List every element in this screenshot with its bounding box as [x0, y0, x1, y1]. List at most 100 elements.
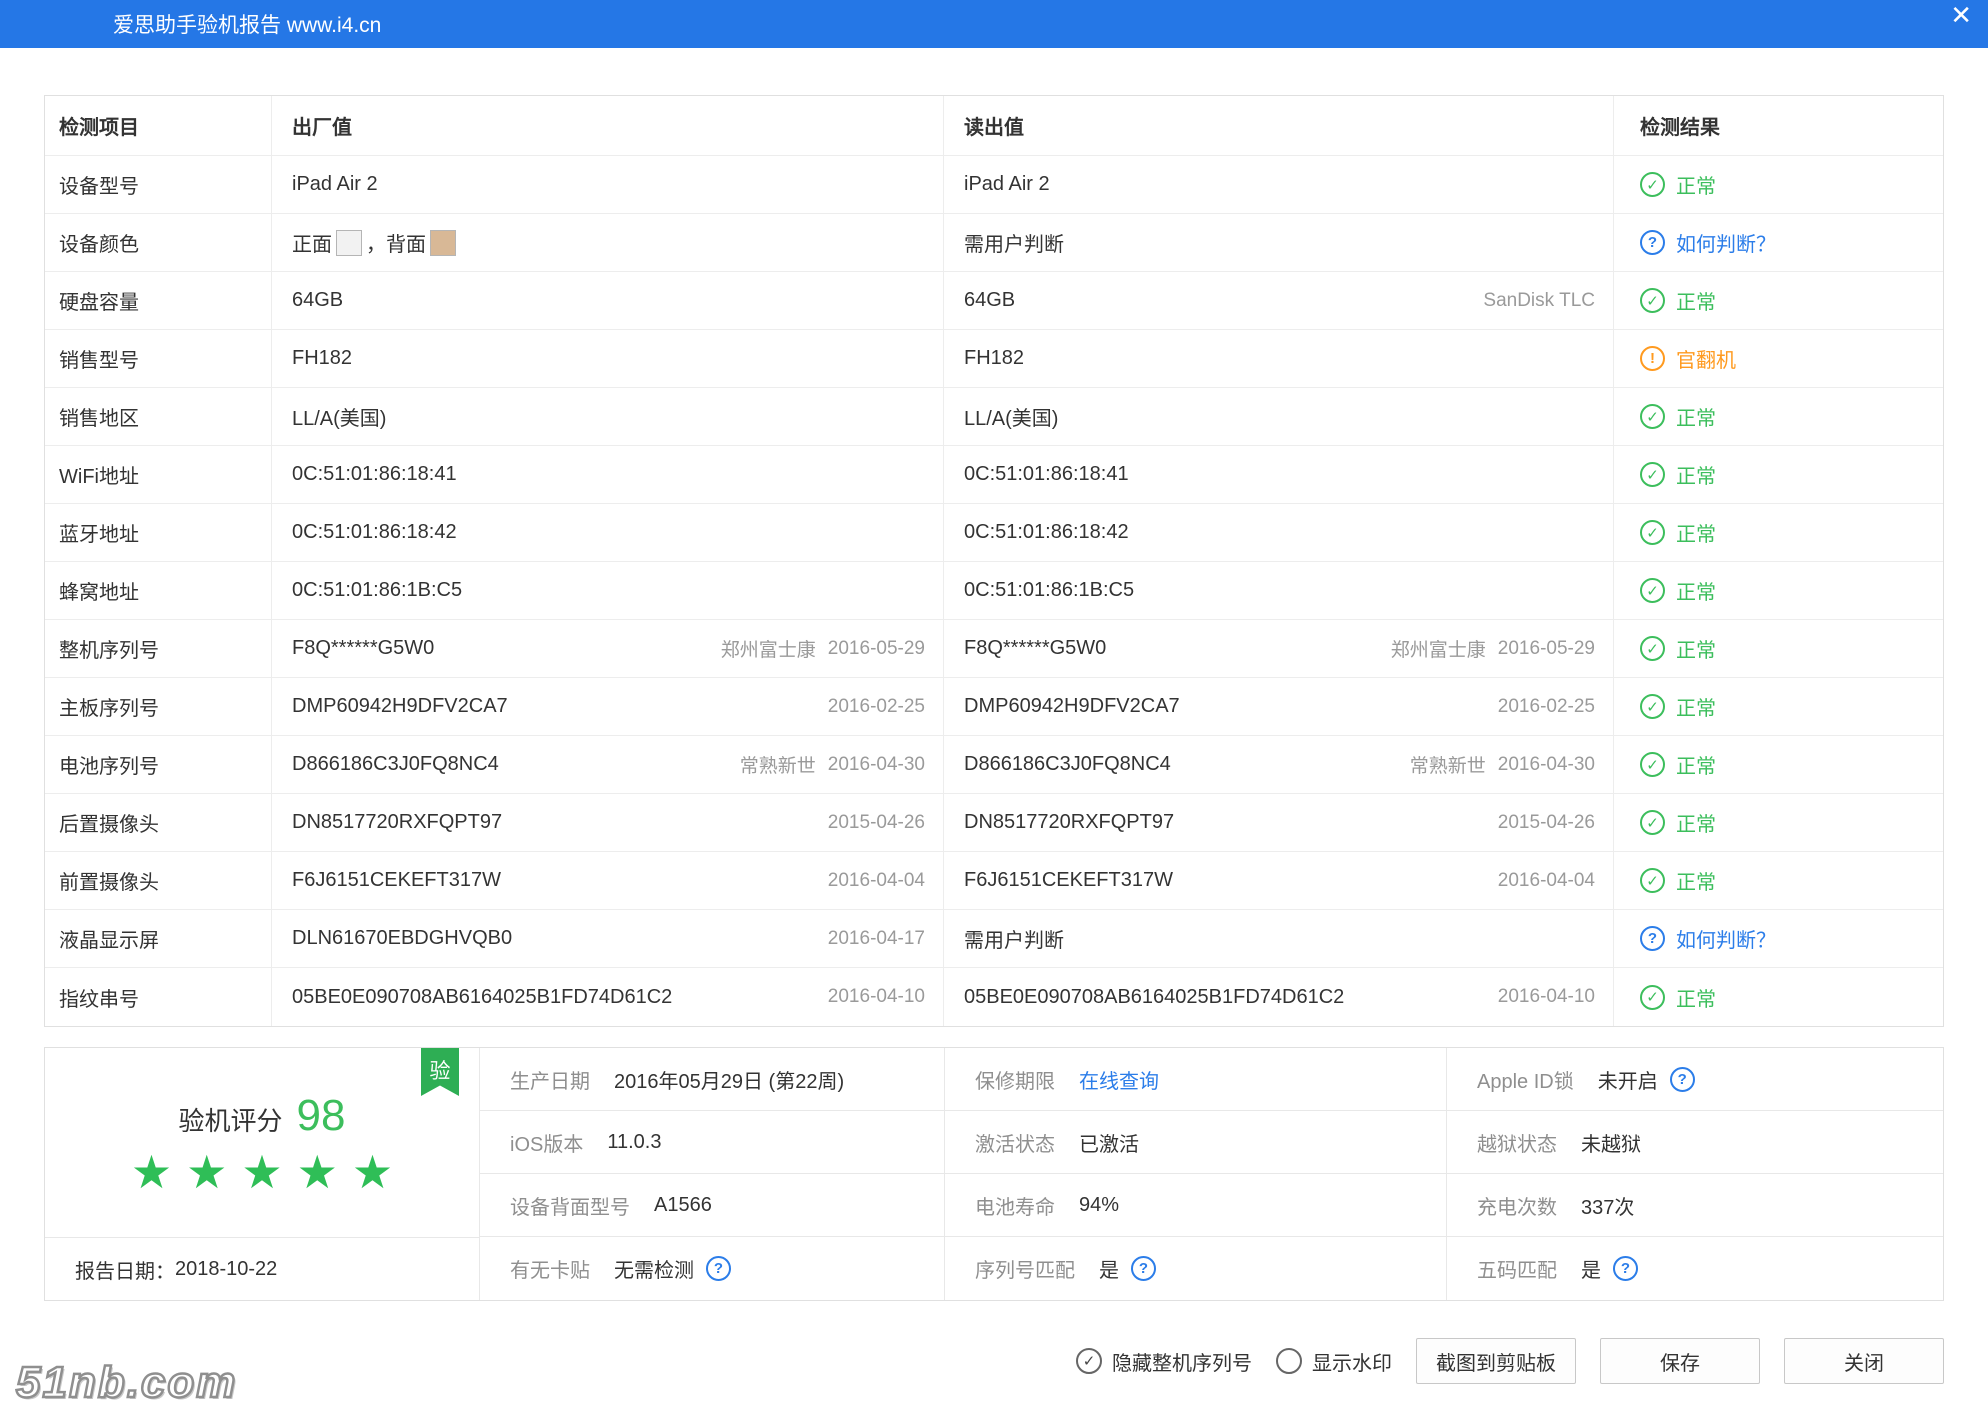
check-circle-icon [1640, 520, 1665, 545]
result-text: 正常 [1676, 750, 1716, 779]
unchecked-radio-icon[interactable] [1276, 1348, 1302, 1374]
question-circle-icon[interactable] [1640, 926, 1665, 951]
detect-item-label: 设备颜色 [45, 214, 272, 271]
read-value-cell: 64GBSanDisk TLC [944, 272, 1614, 329]
result-text: 正常 [1676, 170, 1716, 199]
read-value: F6J6151CEKEFT317W [964, 869, 1173, 892]
read-date: 2016-04-04 [1498, 870, 1595, 892]
detect-item-label: 销售地区 [45, 388, 272, 445]
read-note: 郑州富士康 [1391, 635, 1486, 662]
summary-cell-production-date: 生产日期2016年05月29日 (第22周) [479, 1048, 944, 1111]
detect-item-label: 蜂窝地址 [45, 562, 272, 619]
check-circle-icon [1640, 404, 1665, 429]
factory-date: 2016-04-17 [828, 928, 925, 950]
factory-value: F6J6151CEKEFT317W [292, 869, 501, 892]
result-cell: 正常 [1614, 388, 1943, 445]
detect-item-label: 后置摄像头 [45, 794, 272, 851]
result-cell: 正常 [1614, 156, 1943, 213]
score-label: 验机评分 [179, 1101, 283, 1138]
summary-panel: 验 验机评分 98 ★★★★★ 报告日期： 2018-10-22 生产日期201… [44, 1047, 1944, 1301]
question-circle-icon[interactable] [1640, 230, 1665, 255]
warranty-check-link[interactable]: 在线查询 [1079, 1065, 1159, 1094]
report-date-label: 报告日期： [75, 1255, 175, 1284]
detect-item-label: WiFi地址 [45, 446, 272, 503]
read-value-cell: iPad Air 2 [944, 156, 1614, 213]
read-value-cell: LL/A(美国) [944, 388, 1614, 445]
factory-value-cell: 0C:51:01:86:18:42 [272, 504, 944, 561]
summary-cell-jailbreak-status: 越狱状态未越狱 [1446, 1111, 1943, 1174]
read-date: 2016-02-25 [1498, 696, 1595, 718]
close-button[interactable]: 关闭 [1784, 1338, 1944, 1384]
front-color-label: 正面 [292, 228, 332, 257]
header-detect-item: 检测项目 [45, 96, 272, 155]
save-button[interactable]: 保存 [1600, 1338, 1760, 1384]
question-circle-icon[interactable] [1613, 1256, 1638, 1281]
how-to-judge-link[interactable]: 如何判断？ [1676, 924, 1776, 953]
table-row: 电池序列号 D866186C3J0FQ8NC4常熟新世2016-04-30 D8… [45, 736, 1943, 794]
header-result: 检测结果 [1614, 96, 1943, 155]
factory-value-cell: D866186C3J0FQ8NC4常熟新世2016-04-30 [272, 736, 944, 793]
question-circle-icon[interactable] [1131, 1256, 1156, 1281]
factory-value-cell: FH182 [272, 330, 944, 387]
result-cell: 如何判断？ [1614, 910, 1943, 967]
read-value: 64GB [964, 289, 1015, 312]
read-value: F8Q******G5W0 [964, 637, 1106, 660]
back-color-label: ，背面 [366, 228, 426, 257]
read-value: 需用户判断 [964, 924, 1064, 953]
back-color-swatch [430, 230, 456, 256]
hide-serial-toggle[interactable]: 隐藏整机序列号 [1076, 1347, 1252, 1376]
factory-value-cell: 0C:51:01:86:1B:C5 [272, 562, 944, 619]
factory-value-cell: F8Q******G5W0郑州富士康2016-05-29 [272, 620, 944, 677]
read-value-cell: 0C:51:01:86:1B:C5 [944, 562, 1614, 619]
read-value: DMP60942H9DFV2CA7 [964, 695, 1180, 718]
table-header-row: 检测项目 出厂值 读出值 检测结果 [45, 96, 1943, 156]
detect-item-label: 设备型号 [45, 156, 272, 213]
result-text: 正常 [1676, 808, 1716, 837]
result-cell: 正常 [1614, 794, 1943, 851]
factory-value: 0C:51:01:86:1B:C5 [292, 579, 462, 602]
factory-value-cell: DMP60942H9DFV2CA72016-02-25 [272, 678, 944, 735]
detect-item-label: 指纹串号 [45, 968, 272, 1026]
factory-value-cell: DN8517720RXFQPT972015-04-26 [272, 794, 944, 851]
summary-cell-warranty: 保修期限在线查询 [944, 1048, 1446, 1111]
read-value-cell: 05BE0E090708AB6164025B1FD74D61C22016-04-… [944, 968, 1614, 1026]
header-read-value: 读出值 [944, 96, 1614, 155]
score-panel: 验 验机评分 98 ★★★★★ 报告日期： 2018-10-22 [45, 1048, 479, 1300]
report-window: 爱思助手验机报告 www.i4.cn ✕ 检测项目 出厂值 读出值 检测结果 设… [0, 0, 1988, 1410]
factory-note: 郑州富士康 [721, 635, 816, 662]
show-watermark-label: 显示水印 [1312, 1347, 1392, 1376]
result-cell: 正常 [1614, 272, 1943, 329]
checked-radio-icon[interactable] [1076, 1348, 1102, 1374]
report-date-row: 报告日期： 2018-10-22 [45, 1237, 479, 1300]
screenshot-to-clipboard-button[interactable]: 截图到剪贴板 [1416, 1338, 1576, 1384]
result-text: 正常 [1676, 983, 1716, 1012]
summary-cell-ios-version: iOS版本11.0.3 [479, 1111, 944, 1174]
how-to-judge-link[interactable]: 如何判断？ [1676, 228, 1776, 257]
table-row: 整机序列号 F8Q******G5W0郑州富士康2016-05-29 F8Q**… [45, 620, 1943, 678]
summary-cell-activation-status: 激活状态已激活 [944, 1111, 1446, 1174]
factory-value: DMP60942H9DFV2CA7 [292, 695, 508, 718]
table-row: 设备型号 iPad Air 2 iPad Air 2 正常 [45, 156, 1943, 214]
show-watermark-toggle[interactable]: 显示水印 [1276, 1347, 1392, 1376]
table-row: 销售地区 LL/A(美国) LL/A(美国) 正常 [45, 388, 1943, 446]
window-title: 爱思助手验机报告 www.i4.cn [0, 9, 381, 39]
result-cell: 正常 [1614, 504, 1943, 561]
summary-grid: 生产日期2016年05月29日 (第22周) 保修期限在线查询 Apple ID… [479, 1048, 1943, 1300]
question-circle-icon[interactable] [706, 1256, 731, 1281]
summary-cell-five-code-match: 五码匹配是 [1446, 1237, 1943, 1300]
factory-value: 05BE0E090708AB6164025B1FD74D61C2 [292, 986, 672, 1009]
read-value: D866186C3J0FQ8NC4 [964, 753, 1171, 776]
factory-value-cell: 正面 ，背面 [272, 214, 944, 271]
factory-date: 2015-04-26 [828, 812, 925, 834]
factory-value-cell: DLN61670EBDGHVQB0 2016-04-17 [272, 910, 944, 967]
check-circle-icon [1640, 810, 1665, 835]
summary-cell-appleid-lock: Apple ID锁未开启 [1446, 1048, 1943, 1111]
result-text: 正常 [1676, 692, 1716, 721]
read-value: LL/A(美国) [964, 402, 1058, 431]
read-date: 2015-04-26 [1498, 812, 1595, 834]
factory-value: DLN61670EBDGHVQB0 [292, 927, 512, 950]
read-value: iPad Air 2 [964, 173, 1050, 196]
close-icon[interactable]: ✕ [1950, 0, 1972, 30]
factory-date: 2016-05-29 [828, 638, 925, 660]
question-circle-icon[interactable] [1670, 1067, 1695, 1092]
